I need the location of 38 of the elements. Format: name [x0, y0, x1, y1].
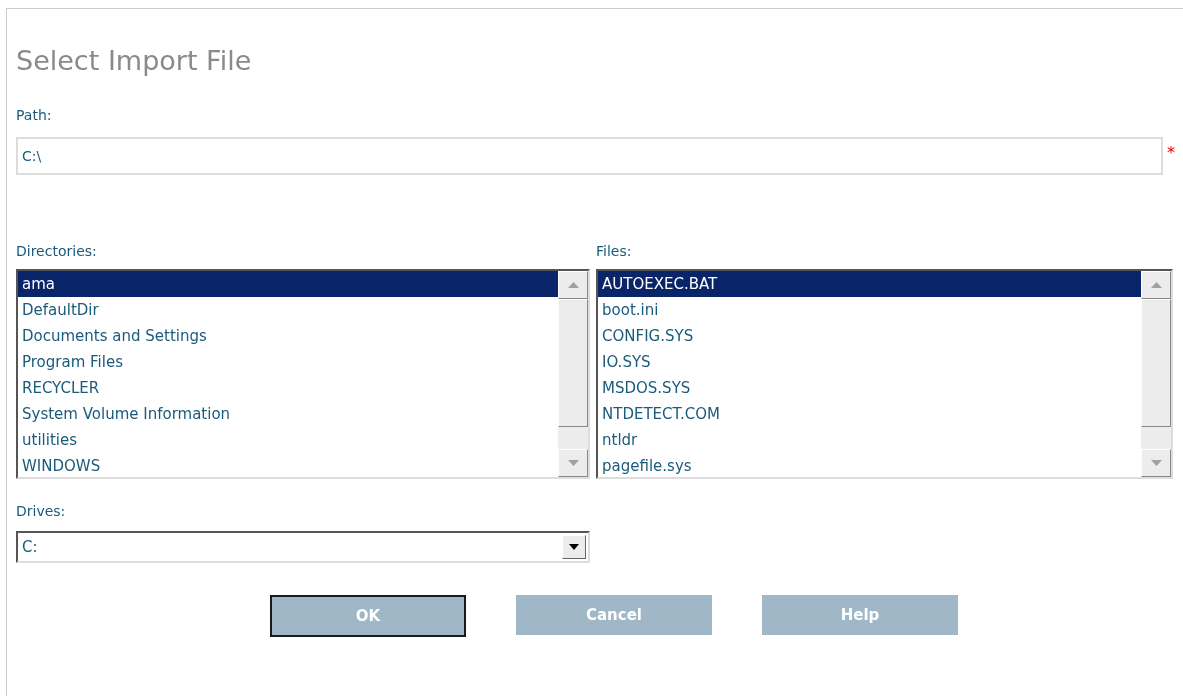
drives-dropdown[interactable]: C:: [16, 531, 590, 563]
scrollbar-thumb[interactable]: [1141, 299, 1171, 427]
list-item[interactable]: System Volume Information: [18, 401, 558, 427]
list-item[interactable]: utilities: [18, 427, 558, 453]
path-field[interactable]: C:\: [16, 137, 1163, 175]
list-item[interactable]: MSDOS.SYS: [598, 375, 1141, 401]
list-item[interactable]: RECYCLER: [18, 375, 558, 401]
dialog-title: Select Import File: [16, 44, 253, 78]
scrollbar[interactable]: [558, 271, 588, 477]
list-item[interactable]: AUTOEXEC.BAT: [598, 271, 1141, 297]
down-arrow-icon: [567, 460, 579, 466]
list-label: Directories:: [16, 242, 98, 261]
list-item[interactable]: Documents and Settings: [18, 323, 558, 349]
list-item[interactable]: ntldr: [598, 427, 1141, 453]
list-item[interactable]: pagefile.sys: [598, 453, 1141, 479]
scroll-up-button[interactable]: [558, 271, 588, 299]
down-arrow-icon: [1150, 460, 1162, 466]
scroll-down-button[interactable]: [1141, 449, 1171, 477]
list-box[interactable]: ama DefaultDir Documents and Settings Program Files RECYCLER System Volume Information utilities WINDOWS: [16, 269, 590, 479]
path-label: Path:: [16, 106, 53, 125]
up-arrow-icon: [567, 282, 579, 288]
scroll-down-button[interactable]: [558, 449, 588, 477]
scrollbar-thumb[interactable]: [558, 299, 588, 427]
scroll-up-button[interactable]: [1141, 271, 1171, 299]
list-item[interactable]: CONFIG.SYS: [598, 323, 1141, 349]
list-item[interactable]: IO.SYS: [598, 349, 1141, 375]
list-item[interactable]: NTDETECT.COM: [598, 401, 1141, 427]
drives-label: Drives:: [16, 502, 67, 521]
list-box[interactable]: AUTOEXEC.BAT boot.ini CONFIG.SYS IO.SYS MSDOS.SYS NTDETECT.COM ntldr pagefile.sys: [596, 269, 1173, 479]
list-item[interactable]: DefaultDir: [18, 297, 558, 323]
list-item[interactable]: WINDOWS: [18, 453, 558, 479]
up-arrow-icon: [1150, 282, 1162, 288]
list-label: Files:: [596, 242, 633, 261]
list-item[interactable]: Program Files: [18, 349, 558, 375]
list-item[interactable]: ama: [18, 271, 558, 297]
scrollbar[interactable]: [1141, 271, 1171, 477]
required-mark: *: [1167, 143, 1175, 162]
list-item[interactable]: boot.ini: [598, 297, 1141, 323]
